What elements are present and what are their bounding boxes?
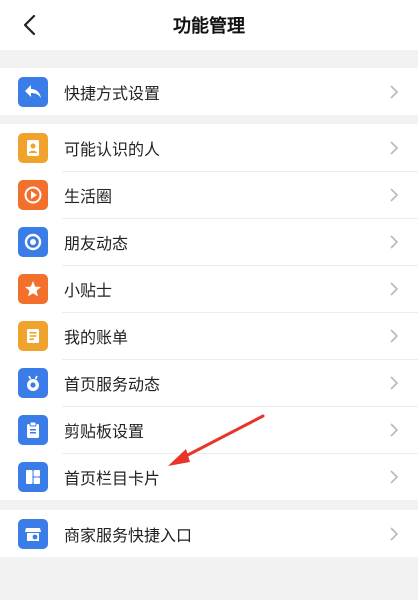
robot-icon <box>18 367 48 398</box>
menu-item-tips[interactable]: 小贴士 <box>0 265 418 312</box>
menu-item-label: 首页栏目卡片 <box>64 468 161 488</box>
share-back-icon <box>18 76 48 107</box>
menu-item-label: 我的账单 <box>64 327 129 347</box>
group-shortcut: 快捷方式设置 <box>0 68 418 115</box>
group-features: 可能认识的人 生活圈 朋友动态 小贴士 我的账单 首页服务动态 剪贴板设置 首页… <box>0 124 418 500</box>
back-button[interactable] <box>14 10 44 40</box>
chevron-right-icon <box>390 84 399 99</box>
card-layout-icon <box>18 461 48 492</box>
menu-item-label: 首页服务动态 <box>64 374 161 394</box>
page-title: 功能管理 <box>173 16 245 37</box>
chevron-right-icon <box>390 187 399 202</box>
menu-item-clipboard-settings[interactable]: 剪贴板设置 <box>0 406 418 453</box>
chevron-right-icon <box>390 140 399 155</box>
menu-item-label: 可能认识的人 <box>64 139 161 159</box>
clipboard-icon <box>18 414 48 445</box>
header-bar: 功能管理 <box>0 0 418 50</box>
play-circle-icon <box>18 179 48 210</box>
menu-item-people-you-may-know[interactable]: 可能认识的人 <box>0 124 418 171</box>
chevron-right-icon <box>390 234 399 249</box>
chevron-right-icon <box>390 422 399 437</box>
menu-item-friends-feed[interactable]: 朋友动态 <box>0 218 418 265</box>
menu-item-my-bills[interactable]: 我的账单 <box>0 312 418 359</box>
menu-item-life-circle[interactable]: 生活圈 <box>0 171 418 218</box>
chevron-right-icon <box>390 281 399 296</box>
menu-item-home-service-feed[interactable]: 首页服务动态 <box>0 359 418 406</box>
menu-item-label: 快捷方式设置 <box>64 83 161 103</box>
chevron-right-icon <box>390 375 399 390</box>
contacts-icon <box>18 132 48 163</box>
group-merchant: 商家服务快捷入口 <box>0 510 418 557</box>
store-icon <box>18 518 48 549</box>
menu-item-label: 商家服务快捷入口 <box>64 525 193 545</box>
menu-item-merchant-service-entry[interactable]: 商家服务快捷入口 <box>0 510 418 557</box>
menu-item-home-column-cards[interactable]: 首页栏目卡片 <box>0 453 418 500</box>
chevron-right-icon <box>390 328 399 343</box>
menu-item-label: 剪贴板设置 <box>64 421 145 441</box>
chevron-right-icon <box>390 526 399 541</box>
aperture-icon <box>18 226 48 257</box>
star-tip-icon <box>18 273 48 304</box>
chevron-right-icon <box>390 469 399 484</box>
bill-icon <box>18 320 48 351</box>
menu-item-label: 小贴士 <box>64 280 113 300</box>
menu-item-label: 朋友动态 <box>64 233 129 253</box>
menu-item-label: 生活圈 <box>64 186 113 206</box>
menu-item-shortcut-settings[interactable]: 快捷方式设置 <box>0 68 418 115</box>
chevron-left-icon <box>23 14 36 36</box>
